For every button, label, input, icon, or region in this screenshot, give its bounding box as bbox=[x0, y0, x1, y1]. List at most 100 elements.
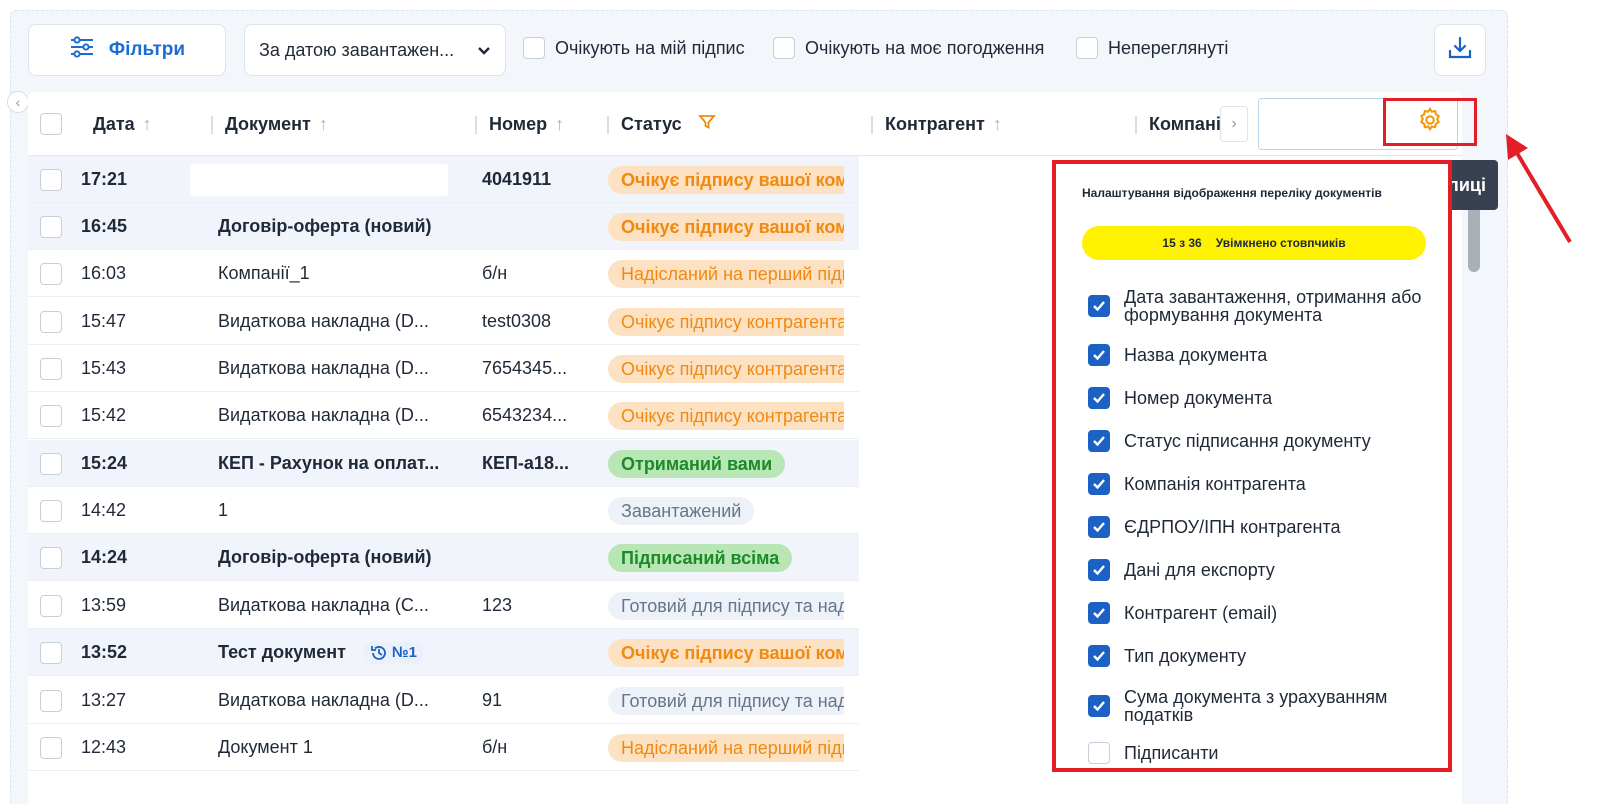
table-row[interactable]: 17:21 4041911 Очікує підпису вашої компані… bbox=[28, 156, 859, 203]
row-checkbox[interactable] bbox=[40, 724, 62, 771]
toggle-label: Очікують на мій підпис bbox=[555, 37, 745, 58]
document-name: Видаткова накладна (D... bbox=[218, 358, 429, 378]
toggle-awaiting-my-signature[interactable]: Очікують на мій підпис bbox=[523, 37, 745, 59]
download-button[interactable] bbox=[1434, 24, 1486, 76]
scrollbar-thumb[interactable] bbox=[1468, 200, 1480, 272]
row-status: Готовий для підпису та надсилання bbox=[608, 582, 844, 629]
column-option-checkbox[interactable] bbox=[1088, 742, 1110, 764]
row-document[interactable]: Документ 1 bbox=[218, 724, 468, 771]
filters-label: Фільтри bbox=[108, 39, 186, 60]
column-option[interactable]: Компанія контрагента bbox=[1088, 473, 1424, 495]
row-document[interactable]: Договір-оферта (новий) bbox=[218, 203, 468, 250]
row-document[interactable]: 1 bbox=[218, 487, 468, 534]
row-document[interactable]: Видаткова накладна (С... bbox=[218, 582, 468, 629]
sort-arrow-icon[interactable]: ↑ bbox=[143, 114, 152, 135]
row-checkbox[interactable] bbox=[40, 392, 62, 439]
filters-button[interactable]: Фільтри bbox=[28, 24, 226, 76]
document-name: Тест документ bbox=[218, 642, 346, 662]
column-counterparty[interactable]: Контрагент ↑ bbox=[871, 92, 1002, 156]
table-row[interactable]: 14:42 1 Завантажений bbox=[28, 487, 859, 534]
row-checkbox[interactable] bbox=[40, 487, 62, 534]
table-row[interactable]: 13:59 Видаткова накладна (С... 123 Готовий … bbox=[28, 582, 859, 629]
table-row[interactable]: 15:24 КЕП - Рахунок на оплат... КЕП-а18...… bbox=[28, 440, 859, 487]
enabled-columns-count: 15 з 36 bbox=[1162, 236, 1202, 250]
row-checkbox[interactable] bbox=[40, 250, 62, 297]
toggle-unviewed[interactable]: Непереглянуті bbox=[1076, 37, 1228, 59]
column-option[interactable]: Статус підписання документу bbox=[1088, 430, 1424, 452]
row-document[interactable]: Тест документ №1 bbox=[218, 629, 468, 676]
table-row[interactable]: 13:52 Тест документ №1 Очікує підпису вашої… bbox=[28, 629, 859, 676]
row-date: 15:42 bbox=[81, 405, 127, 425]
row-checkbox[interactable] bbox=[40, 298, 62, 345]
row-document[interactable]: Видаткова накладна (D... bbox=[218, 392, 468, 439]
table-row[interactable]: 14:24 Договір-оферта (новий) Підписаний вс… bbox=[28, 534, 859, 581]
row-checkbox[interactable] bbox=[40, 203, 62, 250]
column-option-checkbox[interactable] bbox=[1088, 695, 1110, 717]
row-checkbox[interactable] bbox=[40, 629, 62, 676]
row-document[interactable]: Видаткова накладна (D... bbox=[218, 677, 468, 724]
column-number[interactable]: Номер ↑ bbox=[475, 92, 564, 156]
row-document[interactable]: Видаткова накладна (D... bbox=[218, 298, 468, 345]
column-settings-button[interactable] bbox=[1383, 98, 1477, 146]
version-badge[interactable]: №1 bbox=[363, 641, 423, 664]
column-option[interactable]: Тип документу bbox=[1088, 645, 1424, 667]
column-status[interactable]: Статус bbox=[607, 92, 716, 156]
row-status: Очікує підпису вашої компанії bbox=[608, 203, 844, 250]
collapse-sidebar-icon[interactable]: ‹ bbox=[7, 91, 29, 113]
table-row[interactable]: 12:43 Документ 1 б/н Надісланий на перший п… bbox=[28, 724, 859, 771]
row-checkbox[interactable] bbox=[40, 534, 62, 581]
row-checkbox[interactable] bbox=[40, 677, 62, 724]
column-option-checkbox[interactable] bbox=[1088, 645, 1110, 667]
column-option-checkbox[interactable] bbox=[1088, 387, 1110, 409]
column-option-checkbox[interactable] bbox=[1088, 559, 1110, 581]
row-checkbox[interactable] bbox=[40, 345, 62, 392]
column-company[interactable]: Компанія bbox=[1135, 92, 1232, 156]
row-document[interactable]: Видаткова накладна (D... bbox=[218, 345, 468, 392]
column-option[interactable]: Номер документа bbox=[1088, 387, 1424, 409]
table-row[interactable]: 15:47 Видаткова накладна (D... test0308 Очі… bbox=[28, 298, 859, 345]
sort-arrow-icon[interactable]: ↑ bbox=[555, 114, 564, 135]
scroll-columns-right-icon[interactable]: › bbox=[1220, 106, 1248, 142]
row-document[interactable]: Договір-оферта (новий) bbox=[218, 534, 468, 581]
column-option-checkbox[interactable] bbox=[1088, 430, 1110, 452]
status-badge: Очікує підпису контрагента bbox=[608, 307, 844, 336]
column-option[interactable]: Підписанти bbox=[1088, 742, 1424, 764]
column-document[interactable]: Документ ↑ bbox=[211, 92, 328, 156]
column-option-checkbox[interactable] bbox=[1088, 516, 1110, 538]
table-row[interactable]: 15:42 Видаткова накладна (D... 6543234... О… bbox=[28, 392, 859, 439]
column-option[interactable]: ЄДРПОУ/ІПН контрагента bbox=[1088, 516, 1424, 538]
table-row[interactable]: 15:43 Видаткова накладна (D... 7654345... О… bbox=[28, 345, 859, 392]
sort-select[interactable]: За датою завантажен... bbox=[244, 24, 506, 76]
select-all-checkbox[interactable] bbox=[40, 92, 62, 156]
table-row[interactable]: 13:27 Видаткова накладна (D... 91 Готовий д… bbox=[28, 677, 859, 724]
row-document[interactable]: Компанії_1 bbox=[218, 250, 468, 297]
sort-arrow-icon[interactable]: ↑ bbox=[319, 114, 328, 135]
row-status: Очікує підпису контрагента bbox=[608, 345, 844, 392]
document-name: Договір-оферта (новий) bbox=[218, 547, 432, 567]
column-option-checkbox[interactable] bbox=[1088, 602, 1110, 624]
column-option[interactable]: Дані для експорту bbox=[1088, 559, 1424, 581]
row-document[interactable]: КЕП - Рахунок на оплат... bbox=[218, 440, 468, 487]
table-row[interactable]: 16:03 Компанії_1 б/н Надісланий на перший п… bbox=[28, 250, 859, 297]
table-row[interactable]: 16:45 Договір-оферта (новий) Очікує підпис… bbox=[28, 203, 859, 250]
row-checkbox[interactable] bbox=[40, 582, 62, 629]
row-checkbox[interactable] bbox=[40, 156, 62, 203]
column-option[interactable]: Сума документа з урахуванням податків bbox=[1088, 688, 1424, 724]
column-option-checkbox[interactable] bbox=[1088, 295, 1110, 317]
sort-arrow-icon[interactable]: ↑ bbox=[993, 114, 1002, 135]
row-date: 15:43 bbox=[81, 358, 127, 378]
checkbox[interactable] bbox=[1076, 37, 1098, 59]
filter-funnel-icon[interactable] bbox=[697, 113, 716, 136]
column-option[interactable]: Контрагент (email) bbox=[1088, 602, 1424, 624]
row-date: 14:42 bbox=[81, 500, 127, 520]
column-option[interactable]: Дата завантаження, отримання або формува… bbox=[1088, 288, 1424, 324]
toggle-awaiting-my-approval[interactable]: Очікують на моє погодження bbox=[773, 37, 1044, 59]
checkbox[interactable] bbox=[523, 37, 545, 59]
column-option-checkbox[interactable] bbox=[1088, 473, 1110, 495]
column-label: Компанія bbox=[1149, 113, 1232, 134]
row-checkbox[interactable] bbox=[40, 440, 62, 487]
column-option-checkbox[interactable] bbox=[1088, 344, 1110, 366]
column-option[interactable]: Назва документа bbox=[1088, 344, 1424, 366]
checkbox[interactable] bbox=[773, 37, 795, 59]
column-date[interactable]: Дата ↑ bbox=[93, 92, 152, 156]
